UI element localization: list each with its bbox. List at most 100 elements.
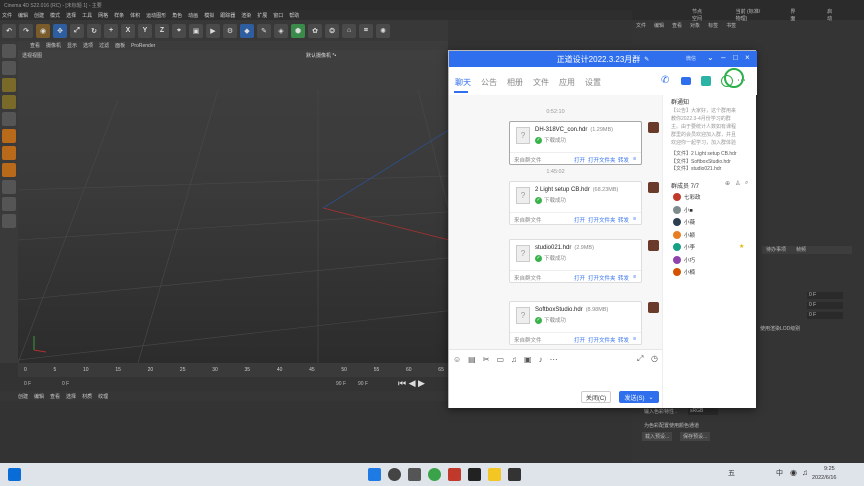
paint-icon[interactable] xyxy=(2,197,16,211)
move-icon[interactable]: ✥ xyxy=(53,23,67,38)
pen-icon[interactable]: ✎ xyxy=(257,23,271,38)
history-icon[interactable]: ◷ xyxy=(651,354,658,363)
subdivision-icon[interactable]: ◈ xyxy=(274,23,288,38)
sender-avatar[interactable] xyxy=(648,240,659,251)
close-button[interactable]: 关闭(C) xyxy=(581,391,611,403)
tab-notice[interactable]: 公告 xyxy=(481,77,497,88)
task-view-icon[interactable] xyxy=(408,468,421,481)
camera-icon[interactable]: ⌗ xyxy=(359,23,373,38)
open-link[interactable]: 打开 xyxy=(574,274,585,282)
edit-title-icon[interactable]: ✎ xyxy=(644,56,649,63)
c4d-menu-item[interactable]: 帮助 xyxy=(289,12,299,19)
edges-mode-icon[interactable] xyxy=(2,95,16,109)
c4d-menu-item[interactable]: 动画 xyxy=(188,12,198,19)
object-menu-item[interactable]: 查看 xyxy=(672,22,682,29)
coord-icon[interactable]: ⌖ xyxy=(172,23,186,38)
layout-item[interactable]: 启动 xyxy=(827,8,834,22)
message-list[interactable]: 0:52:10? DH-318VC_con.hdr (1.29MB) ✓ 下载成功 来自群… xyxy=(449,95,662,349)
file-name[interactable]: DH-318VC_con.hdr (1.29MB) xyxy=(535,127,613,133)
forward-link[interactable]: 转发 xyxy=(618,216,629,224)
c4d-menu-item[interactable]: 文件 xyxy=(2,12,12,19)
scale-icon[interactable]: ⤢ xyxy=(70,23,84,38)
tab-album[interactable]: 相册 xyxy=(507,77,523,88)
c4d-menu-item[interactable]: 角色 xyxy=(172,12,182,19)
field-icon[interactable]: ❂ xyxy=(325,23,339,38)
start-icon[interactable] xyxy=(368,468,381,481)
c4d-menu-item[interactable]: 扩展 xyxy=(257,12,267,19)
light-icon[interactable]: ✺ xyxy=(376,23,390,38)
texture-mode-icon[interactable] xyxy=(2,61,16,75)
app-icon-1[interactable] xyxy=(448,468,461,481)
c4d-menu-item[interactable]: 创建 xyxy=(34,12,44,19)
clock-time[interactable]: 9:25 xyxy=(824,466,835,472)
open-link[interactable]: 打开 xyxy=(574,336,585,344)
material-menu-item[interactable]: 材质 xyxy=(82,393,92,400)
sender-avatar[interactable] xyxy=(648,182,659,193)
viewport-menu-item[interactable]: 显示 xyxy=(67,42,77,49)
render-view-icon[interactable]: ▣ xyxy=(189,23,203,38)
add-member-icon[interactable]: ⊕ xyxy=(725,180,730,187)
member-settings-icon[interactable]: ♙ xyxy=(735,180,740,187)
color-profile-select[interactable]: sRGB xyxy=(688,408,718,415)
more-tools-icon[interactable]: ⋯ xyxy=(550,355,558,364)
save-preset-button[interactable]: 保存预设... xyxy=(680,432,711,441)
y-axis-icon[interactable]: Y xyxy=(138,23,152,38)
axis-icon[interactable] xyxy=(2,146,16,160)
app-icon-2[interactable] xyxy=(508,468,521,481)
viewport-menu-item[interactable]: 摄像机 xyxy=(46,42,61,49)
send-options-icon[interactable]: ⌄ xyxy=(648,394,653,401)
tab-apps[interactable]: 应用 xyxy=(559,77,575,88)
open-link[interactable]: 打开 xyxy=(574,156,585,164)
clock-date[interactable]: 2022/6/16 xyxy=(812,475,836,481)
frame-end-2[interactable]: 90 F xyxy=(358,381,368,387)
recent-file-line[interactable]: 【文件】studio021.hdr xyxy=(671,166,755,174)
c4d-menu-item[interactable]: 网格 xyxy=(98,12,108,19)
expand-icon[interactable]: ⤢ xyxy=(637,354,643,364)
sender-avatar[interactable] xyxy=(648,122,659,133)
minimize-icon[interactable]: – xyxy=(721,53,725,62)
video-icon[interactable] xyxy=(681,77,691,85)
material-menu-item[interactable]: 编辑 xyxy=(34,393,44,400)
more-menu-icon[interactable]: ≡ xyxy=(633,216,636,222)
menu-icon[interactable]: ⌄ xyxy=(707,53,714,62)
render-settings-icon[interactable]: ⚙ xyxy=(223,23,237,38)
c4d-menu-item[interactable]: 跟踪器 xyxy=(220,12,235,19)
render-icon[interactable]: ▶ xyxy=(206,23,220,38)
volume-icon[interactable]: ♫ xyxy=(802,468,808,477)
object-menu-item[interactable]: 编辑 xyxy=(654,22,664,29)
sender-avatar[interactable] xyxy=(648,302,659,313)
member-row[interactable]: 小楠 xyxy=(673,268,695,276)
layout-item[interactable]: 节点空间 xyxy=(692,8,706,22)
phone-icon[interactable]: ✆ xyxy=(661,75,669,86)
screenshot-icon[interactable]: ✂ xyxy=(483,355,490,364)
attr-field-2[interactable]: 0 F xyxy=(807,302,843,309)
viewport-menu-item[interactable]: 选项 xyxy=(83,42,93,49)
c4d-menu-item[interactable]: 模拟 xyxy=(204,12,214,19)
maximize-icon[interactable]: □ xyxy=(733,53,738,62)
file-message-card[interactable]: ? 2 Light setup CB.hdr (68.23MB) ✓ 下载成功 来自群文件… xyxy=(509,181,642,225)
member-row[interactable]: 小薇 xyxy=(673,218,695,226)
recent-file-line[interactable]: 【文件】2 Light setup CB.hdr xyxy=(671,151,755,159)
c4d-menu-item[interactable]: 窗口 xyxy=(273,12,283,19)
music-icon[interactable]: ♫ xyxy=(511,355,517,364)
tab-files[interactable]: 文件 xyxy=(533,77,549,88)
edge-icon[interactable] xyxy=(428,468,441,481)
file-name[interactable]: 2 Light setup CB.hdr (68.23MB) xyxy=(535,187,618,193)
viewport-menu-item[interactable]: 查看 xyxy=(30,42,40,49)
material-menu-item[interactable]: 选择 xyxy=(66,393,76,400)
bell-icon[interactable]: ♪ xyxy=(539,355,543,364)
file-message-card[interactable]: ? SoftboxStudio.hdr (8.98MB) ✓ 下载成功 来自群文件 打开 打开… xyxy=(509,301,642,345)
wifi-icon[interactable]: ◉ xyxy=(790,468,797,477)
frame-current[interactable]: 0 F xyxy=(62,381,69,387)
frame-end[interactable]: 90 F xyxy=(336,381,346,387)
forward-link[interactable]: 转发 xyxy=(618,156,629,164)
c4d-menu-item[interactable]: 工具 xyxy=(82,12,92,19)
more-menu-icon[interactable]: ≡ xyxy=(633,336,636,342)
message-input[interactable] xyxy=(451,366,651,390)
more-menu-icon[interactable]: ≡ xyxy=(633,274,636,280)
lock-icon[interactable] xyxy=(2,214,16,228)
folder-icon[interactable]: ▭ xyxy=(496,355,504,364)
attr-field-1[interactable]: 0 F xyxy=(807,292,843,299)
sculpt-icon[interactable] xyxy=(2,180,16,194)
member-row[interactable]: 小颖 xyxy=(673,230,695,239)
